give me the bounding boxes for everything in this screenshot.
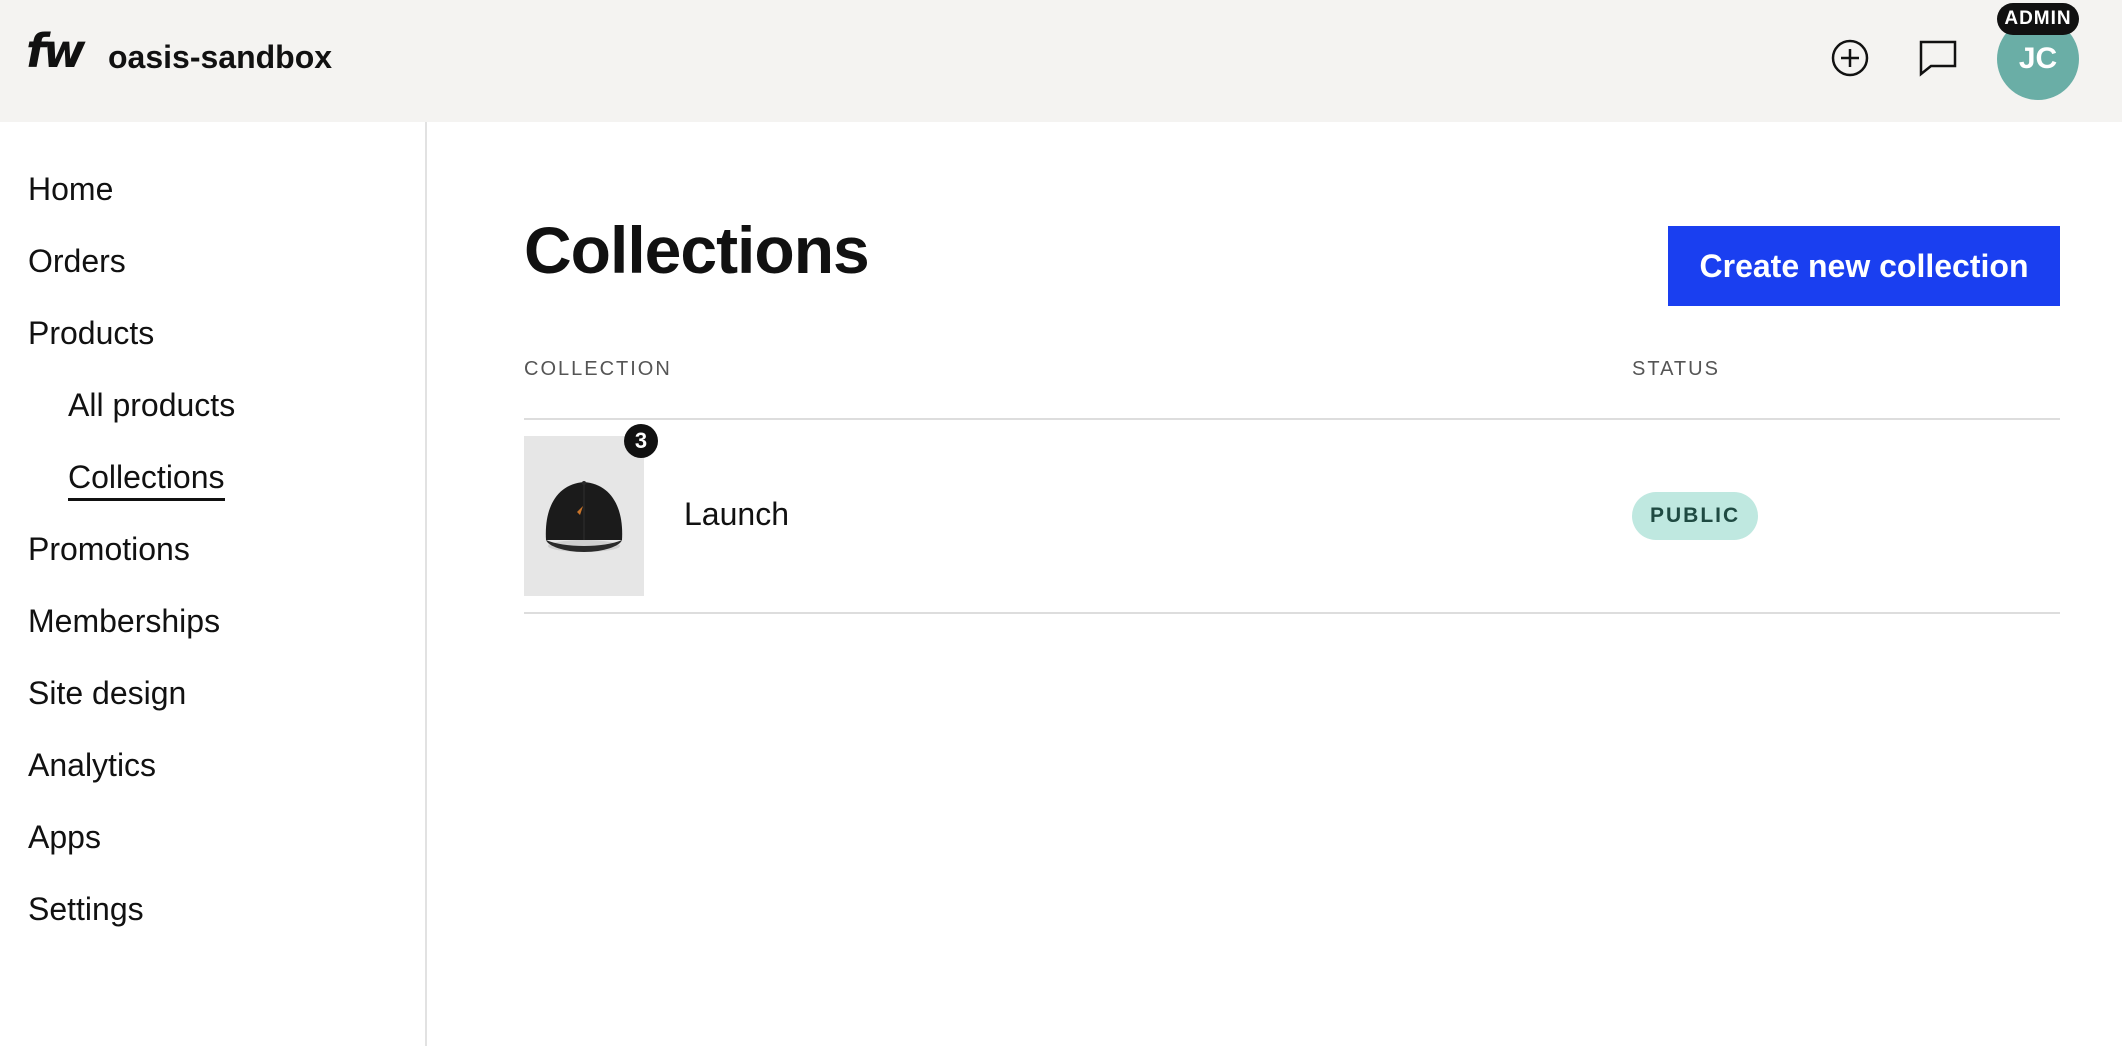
column-header-collection: COLLECTION <box>524 358 672 380</box>
logo[interactable]: fw <box>26 28 85 74</box>
sidebar-item-home[interactable]: Home <box>28 170 113 208</box>
admin-badge: ADMIN <box>1997 3 2079 35</box>
cap-image <box>545 481 623 552</box>
collection-name[interactable]: Launch <box>684 496 789 533</box>
sidebar-item-memberships[interactable]: Memberships <box>28 602 220 640</box>
sidebar-item-orders[interactable]: Orders <box>28 242 126 280</box>
sidebar-item-site-design[interactable]: Site design <box>28 674 186 712</box>
create-collection-button[interactable]: Create new collection <box>1668 226 2060 306</box>
sidebar-item-products[interactable]: Products <box>28 314 154 352</box>
status-badge: PUBLIC <box>1632 492 1759 540</box>
top-bar: fw oasis-sandbox JC ADMIN <box>0 0 2122 122</box>
table-row[interactable]: 3 Launch PUBLIC <box>524 420 2060 612</box>
table-divider <box>524 612 2060 614</box>
sidebar-item-analytics[interactable]: Analytics <box>28 746 156 784</box>
plus-circle-icon[interactable] <box>1828 36 1872 80</box>
collection-thumbnail <box>524 436 644 596</box>
item-count-badge: 3 <box>624 424 658 458</box>
sidebar-item-collections[interactable]: Collections <box>68 458 225 502</box>
chat-icon[interactable] <box>1916 36 1960 80</box>
sidebar: Home Orders Products All products Collec… <box>0 122 427 1046</box>
column-header-status: STATUS <box>1632 358 1720 380</box>
sidebar-item-settings[interactable]: Settings <box>28 890 144 928</box>
store-name[interactable]: oasis-sandbox <box>108 38 332 76</box>
sidebar-item-all-products[interactable]: All products <box>68 386 235 424</box>
sidebar-item-promotions[interactable]: Promotions <box>28 530 190 568</box>
page-title: Collections <box>524 213 870 287</box>
sidebar-item-apps[interactable]: Apps <box>28 818 101 856</box>
